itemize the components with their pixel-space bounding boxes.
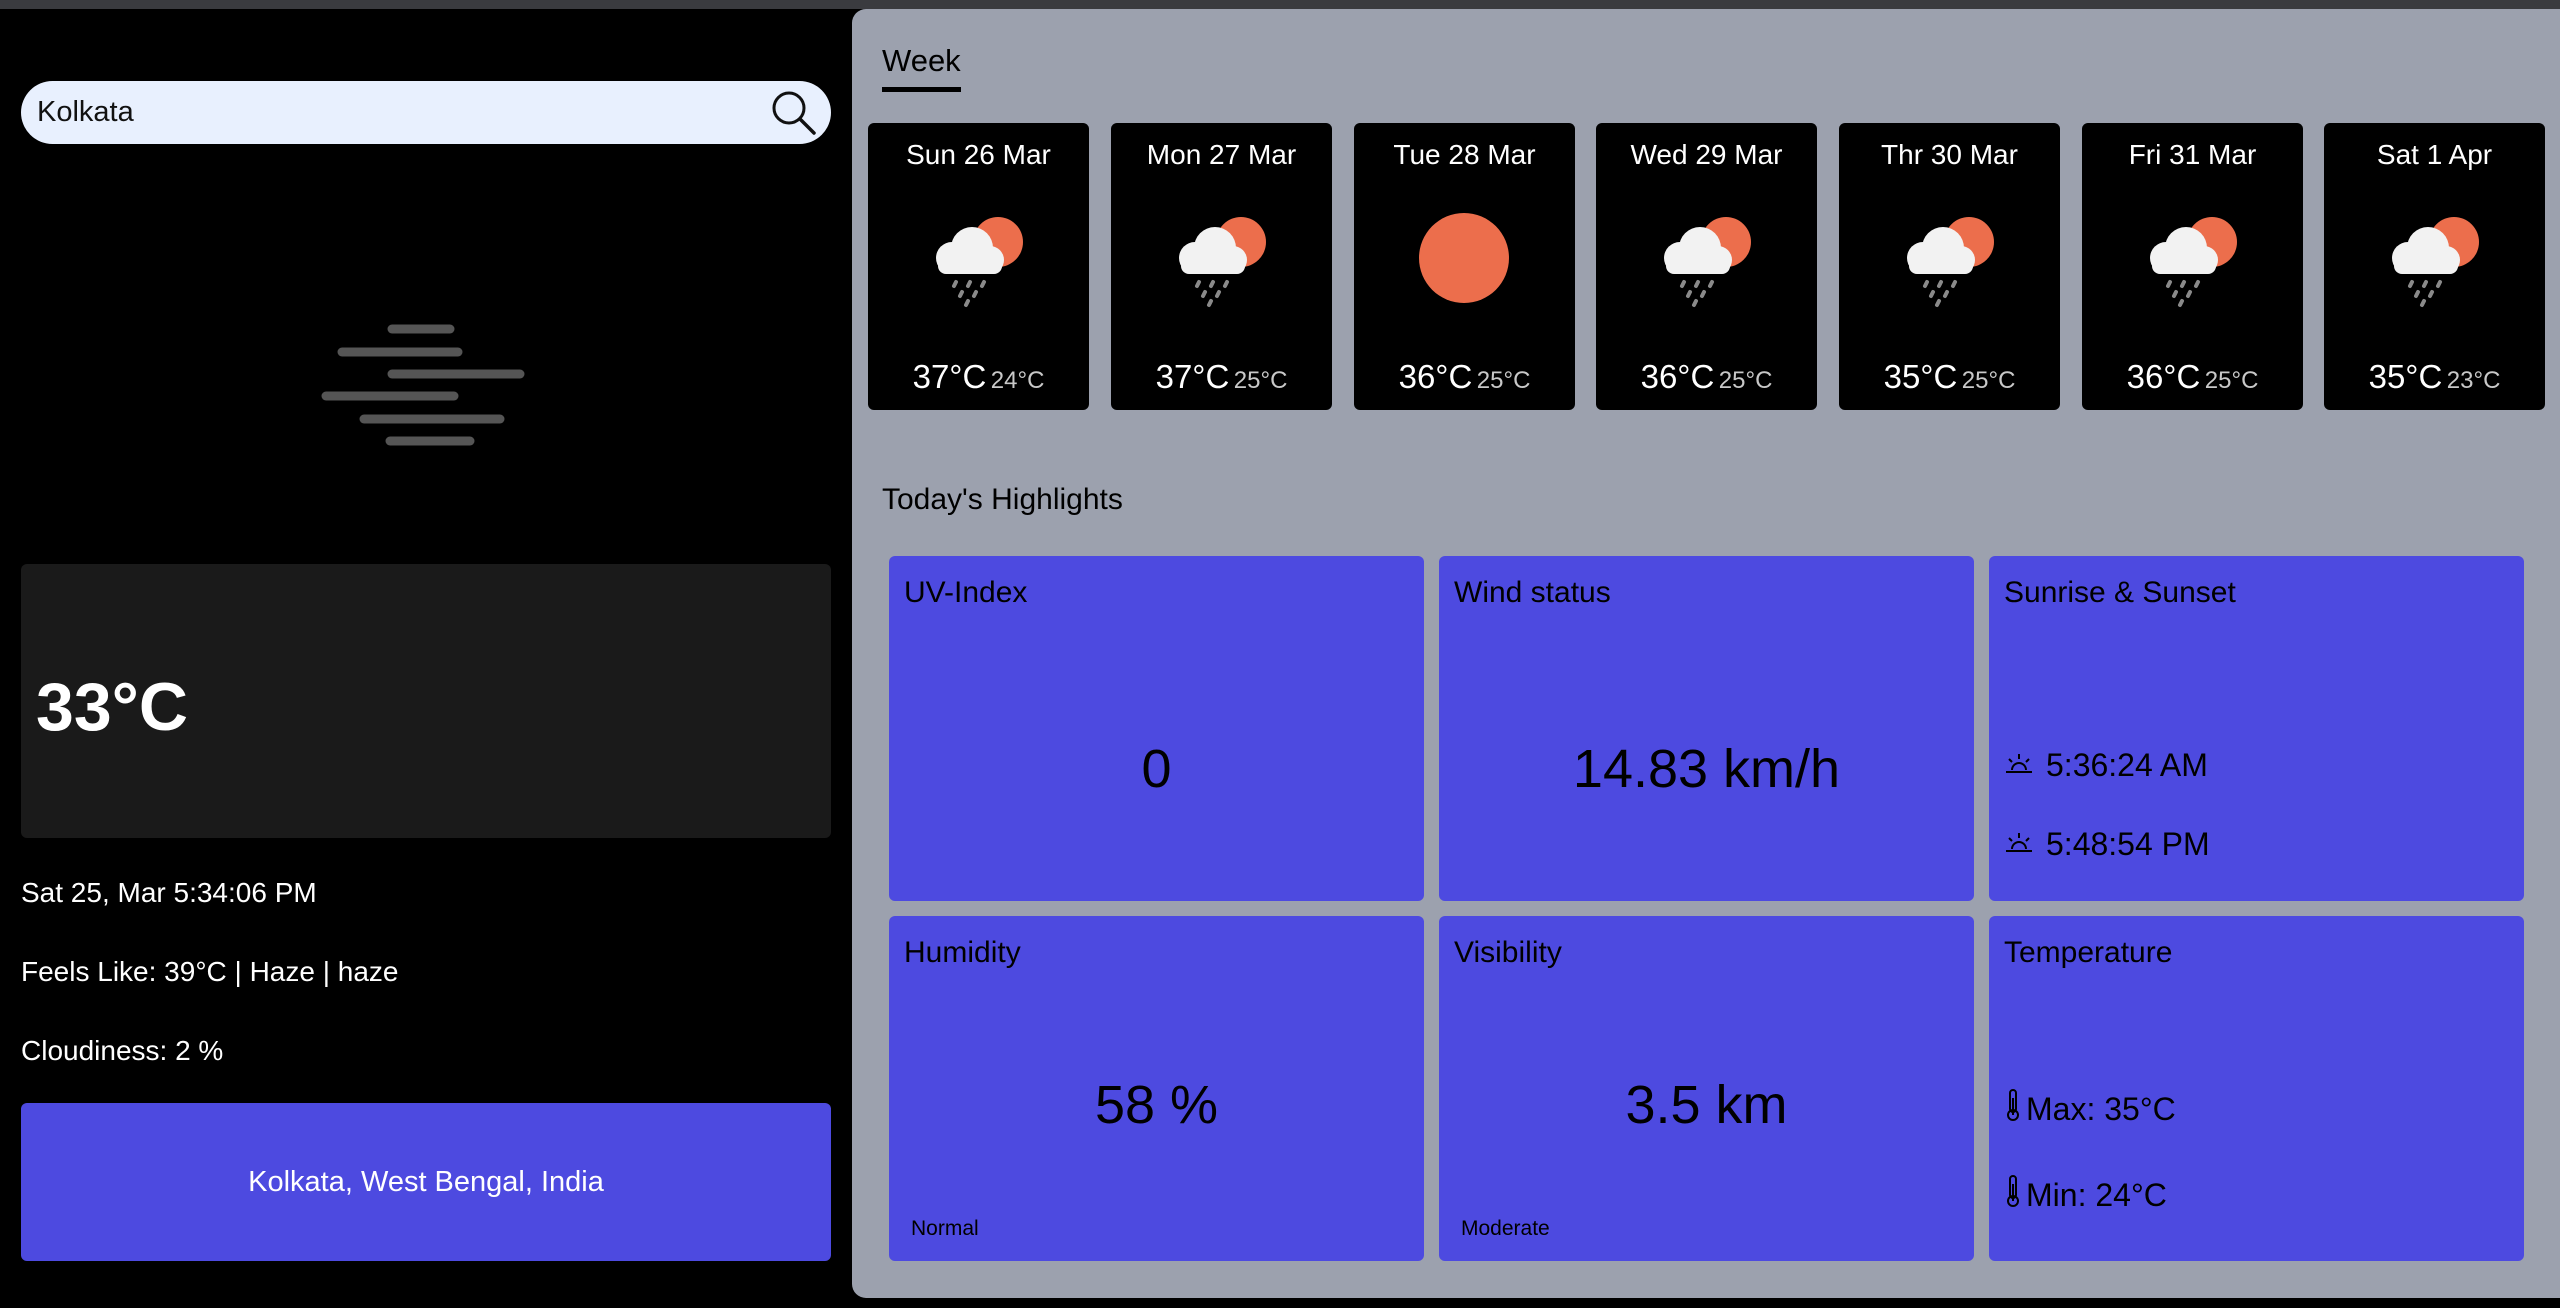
sun-cloud-rain-icon: [2140, 208, 2245, 308]
sunrise-sunset-card: Sunrise & Sunset 5:36:24 AM 5:48:54 PM: [1989, 556, 2524, 901]
forecast-day-card: Tue 28 Mar 36°C 25°C: [1354, 123, 1575, 410]
day-max-temp: 35°C: [1883, 358, 1958, 395]
visibility-value: 3.5 km: [1625, 1075, 1788, 1135]
temperature-max: Max: 35°C: [2026, 1090, 2176, 1127]
sun-cloud-rain-icon: [2382, 208, 2487, 308]
day-max-temp: 37°C: [912, 358, 987, 395]
day-name: Tue 28 Mar: [1393, 139, 1536, 170]
card-title: UV-Index: [904, 576, 1028, 609]
current-temperature: 33°C: [36, 669, 188, 745]
current-temperature-card: 33°C: [21, 564, 831, 838]
day-max-temp: 35°C: [2368, 358, 2443, 395]
day-max-temp: 37°C: [1155, 358, 1230, 395]
location-card: Kolkata, West Bengal, India: [21, 1103, 831, 1261]
cloudiness-text: Cloudiness: 2 %: [21, 1035, 224, 1066]
sun-cloud-rain-icon: [1897, 208, 2002, 308]
day-min-temp: 23°C: [2446, 367, 2501, 394]
temperature-card: Temperature Max: 35°C Min: 24°C: [1989, 916, 2524, 1261]
day-min-temp: 25°C: [1718, 367, 1773, 394]
visibility-note: Moderate: [1461, 1217, 1550, 1240]
wind-speed-value: 14.83 km/h: [1572, 739, 1841, 799]
day-name: Sat 1 Apr: [2376, 139, 2493, 170]
uv-index-value: 0: [1141, 739, 1172, 799]
forecast-panel: Week Sun 26 Mar 37°C 24°C Mon 27 Mar 37°…: [852, 9, 2560, 1298]
day-max-temp: 36°C: [2126, 358, 2201, 395]
tab-week[interactable]: Week: [882, 43, 961, 92]
day-min-temp: 25°C: [1961, 367, 2016, 394]
sun-cloud-rain-icon: [1169, 208, 1274, 308]
card-title: Temperature: [2004, 936, 2173, 969]
forecast-day-card: Wed 29 Mar 36°C 25°C: [1596, 123, 1817, 410]
day-max-temp: 36°C: [1640, 358, 1715, 395]
current-weather-panel: 33°C Sat 25, Mar 5:34:06 PM Feels Like: …: [0, 9, 852, 1308]
magnifier-icon[interactable]: [769, 88, 819, 138]
humidity-note: Normal: [911, 1217, 979, 1240]
thermometer-icon: [2004, 1088, 2022, 1130]
sun-cloud-rain-icon: [926, 208, 1031, 308]
sunset-icon: [2004, 826, 2034, 863]
day-name: Thr 30 Mar: [1881, 139, 2018, 170]
card-title: Sunrise & Sunset: [2004, 576, 2236, 609]
haze-icon: [320, 321, 530, 461]
day-min-temp: 25°C: [2204, 367, 2259, 394]
thermometer-icon: [2004, 1174, 2022, 1216]
day-name: Sun 26 Mar: [906, 139, 1051, 170]
forecast-day-card: Fri 31 Mar 36°C 25°C: [2082, 123, 2303, 410]
forecast-day-card: Mon 27 Mar 37°C 25°C: [1111, 123, 1332, 410]
humidity-value: 58 %: [1094, 1075, 1219, 1135]
day-min-temp: 25°C: [1233, 367, 1288, 394]
sun-icon: [1412, 208, 1517, 308]
uv-index-card: UV-Index 0: [889, 556, 1424, 901]
card-title: Visibility: [1454, 936, 1562, 969]
forecast-day-card: Thr 30 Mar 35°C 25°C: [1839, 123, 2060, 410]
sunrise-time: 5:36:24 AM: [2046, 747, 2208, 783]
day-min-temp: 24°C: [990, 367, 1045, 394]
city-search-input[interactable]: [37, 81, 757, 144]
visibility-card: Visibility 3.5 km Moderate: [1439, 916, 1974, 1261]
sun-cloud-rain-icon: [1654, 208, 1759, 308]
window-top-border: [0, 0, 2560, 9]
sunset-time: 5:48:54 PM: [2046, 826, 2210, 862]
card-title: Humidity: [904, 936, 1021, 969]
day-name: Mon 27 Mar: [1146, 139, 1297, 170]
humidity-card: Humidity 58 % Normal: [889, 916, 1424, 1261]
highlights-heading: Today's Highlights: [882, 483, 1123, 516]
day-name: Fri 31 Mar: [2128, 139, 2257, 170]
wind-status-card: Wind status 14.83 km/h: [1439, 556, 1974, 901]
current-datetime: Sat 25, Mar 5:34:06 PM: [21, 877, 317, 908]
search-bar[interactable]: [21, 81, 831, 144]
temperature-min: Min: 24°C: [2026, 1176, 2167, 1213]
location-text: Kolkata, West Bengal, India: [248, 1165, 604, 1198]
card-title: Wind status: [1454, 576, 1611, 609]
day-min-temp: 25°C: [1476, 367, 1531, 394]
forecast-day-card: Sun 26 Mar 37°C 24°C: [868, 123, 1089, 410]
sunrise-icon: [2004, 747, 2034, 784]
day-name: Wed 29 Mar: [1630, 139, 1783, 170]
forecast-day-card: Sat 1 Apr 35°C 23°C: [2324, 123, 2545, 410]
day-max-temp: 36°C: [1398, 358, 1473, 395]
feels-like-text: Feels Like: 39°C | Haze | haze: [21, 956, 399, 987]
